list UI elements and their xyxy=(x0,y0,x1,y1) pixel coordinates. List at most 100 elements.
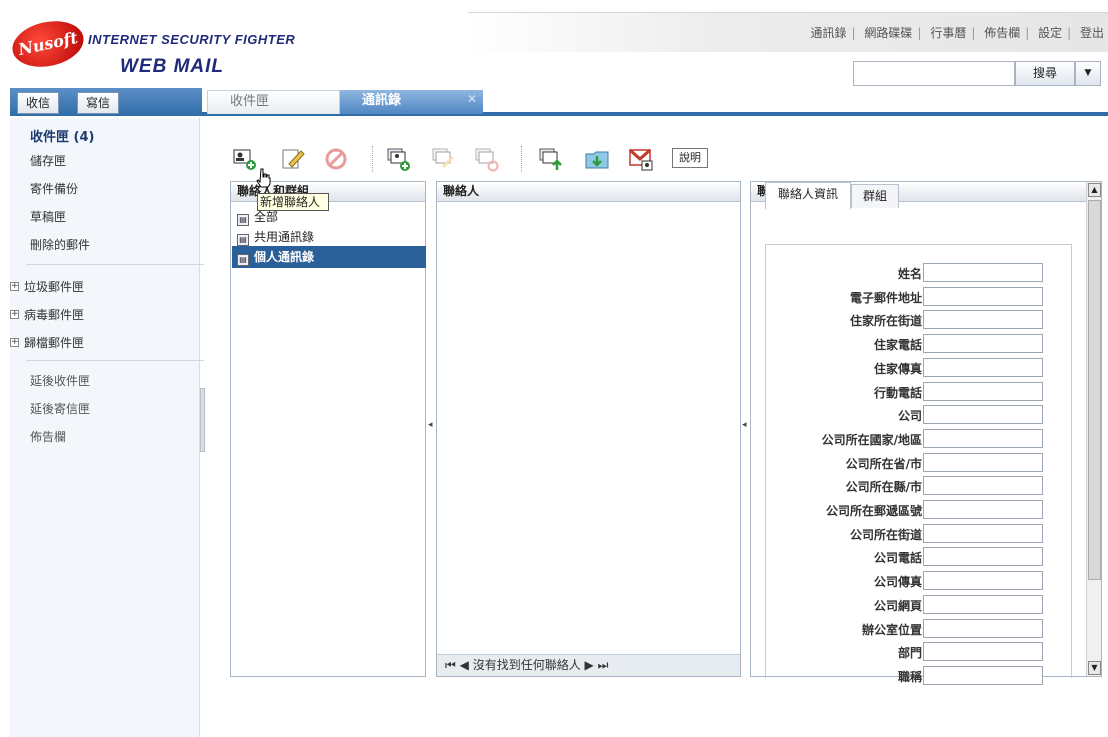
form-row: 職稱 xyxy=(766,665,1056,686)
import-icon[interactable] xyxy=(584,146,610,172)
field-label: 住家傳真 xyxy=(873,361,922,376)
field-label: 部門 xyxy=(897,646,922,661)
expand-icon[interactable]: + xyxy=(10,310,19,319)
field-input[interactable] xyxy=(923,452,1043,472)
sidebar-collapse-handle[interactable] xyxy=(200,388,205,452)
sidebar-item-delayed-send[interactable]: 延後寄信匣 xyxy=(30,400,90,417)
top-links: 通訊錄 | 網路碟碟 | 行事曆 | 佈告欄 | 設定 | 登出 xyxy=(810,26,1104,40)
sidebar-divider xyxy=(26,360,204,361)
pager-status: 沒有找到任何聯絡人 xyxy=(472,658,581,672)
tab-contact-info[interactable]: 聯絡人資訊 xyxy=(765,182,851,209)
field-input[interactable] xyxy=(923,500,1043,519)
form-row: 公司 xyxy=(766,405,1056,425)
search-button[interactable]: 搜尋 xyxy=(1015,61,1075,86)
expand-icon[interactable]: + xyxy=(10,282,19,291)
contacts-panel-title: 聯絡人 xyxy=(437,182,740,202)
logo-product-name: WEB MAIL xyxy=(120,56,225,77)
help-button[interactable]: 說明 xyxy=(672,148,708,168)
field-label: 公司所在縣/市 xyxy=(845,480,922,495)
compose-button[interactable]: 寫信 xyxy=(77,92,119,114)
tree-item-personal[interactable]: ▤ 個人通訊錄 xyxy=(237,248,314,266)
form-row: 公司所在國家/地區 xyxy=(766,428,1056,449)
field-label: 公司所在國家/地區 xyxy=(821,432,922,447)
form-row: 住家所在街道 xyxy=(766,310,1056,330)
add-contact-icon[interactable] xyxy=(232,146,258,172)
field-input[interactable] xyxy=(923,381,1043,401)
field-input[interactable] xyxy=(923,334,1043,354)
field-input[interactable] xyxy=(923,618,1043,638)
field-input[interactable] xyxy=(923,476,1043,496)
splitter-handle[interactable]: ◂ xyxy=(428,420,433,430)
delete-group-icon[interactable] xyxy=(473,146,499,172)
contacts-panel: 聯絡人 ⏮ ◀ 沒有找到任何聯絡人 ▶ ⏭ xyxy=(436,181,741,677)
tab-groups[interactable]: 群組 xyxy=(851,184,899,208)
sidebar-item-delayed-inbox[interactable]: 延後收件匣 xyxy=(30,372,90,389)
field-input[interactable] xyxy=(923,665,1043,685)
sidebar-item-archive[interactable]: 歸檔郵件匣 xyxy=(24,334,84,351)
sidebar-item-deleted[interactable]: 刪除的郵件 xyxy=(30,236,90,253)
field-input[interactable] xyxy=(923,405,1043,425)
form-row: 行動電話 xyxy=(766,381,1056,402)
sidebar-item-drafts[interactable]: 草稿匣 xyxy=(30,208,66,225)
close-icon[interactable]: ✕ xyxy=(467,88,477,110)
delete-icon[interactable] xyxy=(323,146,349,172)
toplink-bulletin[interactable]: 佈告欄 xyxy=(984,26,1020,40)
field-label: 公司傳真 xyxy=(873,575,922,590)
scroll-up-icon[interactable]: ▲ xyxy=(1088,183,1101,197)
field-input[interactable] xyxy=(923,263,1043,282)
field-input[interactable] xyxy=(923,547,1043,567)
edit-group-icon[interactable] xyxy=(430,146,456,172)
toplink-logout[interactable]: 登出 xyxy=(1080,26,1104,40)
sidebar-item-bulletin[interactable]: 佈告欄 xyxy=(30,428,66,445)
gmail-import-icon[interactable] xyxy=(628,146,654,172)
sidebar-item-inbox[interactable]: 收件匣 (4) xyxy=(30,126,94,145)
field-input[interactable] xyxy=(923,594,1043,614)
splitter-handle[interactable]: ◂ xyxy=(742,420,747,430)
toolbar-separator xyxy=(521,146,522,172)
field-input[interactable] xyxy=(923,642,1043,662)
toplink-settings[interactable]: 設定 xyxy=(1038,26,1062,40)
tooltip: 新增聯絡人 xyxy=(257,193,329,211)
next-page-icon[interactable]: ▶ xyxy=(585,658,594,672)
scroll-thumb[interactable] xyxy=(1088,200,1101,580)
sidebar-item-saved[interactable]: 儲存匣 xyxy=(30,152,66,169)
toplink-netdisk[interactable]: 網路碟碟 xyxy=(864,26,912,40)
logo: Nusoft INTERNET SECURITY FIGHTER WEB MAI… xyxy=(8,14,308,84)
field-label: 公司所在省/市 xyxy=(845,456,922,471)
toplink-calendar[interactable]: 行事曆 xyxy=(930,26,966,40)
add-group-icon[interactable] xyxy=(385,146,411,172)
sidebar-item-virus[interactable]: 病毒郵件匣 xyxy=(24,306,84,323)
field-input[interactable] xyxy=(923,523,1043,543)
field-input[interactable] xyxy=(923,310,1043,330)
last-page-icon[interactable]: ⏭ xyxy=(598,658,609,672)
form-row: 公司電話 xyxy=(766,547,1056,567)
field-input[interactable] xyxy=(923,571,1043,591)
field-input[interactable] xyxy=(923,286,1043,306)
scroll-down-icon[interactable]: ▼ xyxy=(1088,661,1101,675)
field-input[interactable] xyxy=(923,428,1043,448)
tab-inbox[interactable]: 收件匣 xyxy=(207,90,340,114)
search-input[interactable] xyxy=(853,61,1015,86)
scrollbar[interactable]: ▲ ▼ xyxy=(1086,182,1101,676)
nusoft-logo-mark: Nusoft xyxy=(8,14,88,74)
tree-item-shared[interactable]: ▤ 共用通訊錄 xyxy=(237,228,314,246)
expand-icon[interactable]: + xyxy=(10,338,19,347)
search-dropdown-icon[interactable]: ▼ xyxy=(1075,61,1101,86)
form-row: 辦公室位置 xyxy=(766,618,1056,639)
tab-contacts[interactable]: 通訊錄 ✕ xyxy=(340,90,483,114)
sidebar-item-sent[interactable]: 寄件備份 xyxy=(30,180,78,197)
sidebar-item-junk[interactable]: 垃圾郵件匣 xyxy=(24,278,84,295)
receive-mail-button[interactable]: 收信 xyxy=(17,92,59,114)
first-page-icon[interactable]: ⏮ xyxy=(445,658,456,672)
address-book-icon: ▤ xyxy=(237,234,249,246)
field-input[interactable] xyxy=(923,357,1043,377)
edit-icon[interactable] xyxy=(280,146,306,172)
form-row: 公司所在省/市 xyxy=(766,452,1056,473)
address-book-icon: ▤ xyxy=(237,254,249,266)
sidebar: 收件匣 (4) 儲存匣 寄件備份 草稿匣 刪除的郵件 + 垃圾郵件匣 + 病毒郵… xyxy=(10,118,204,737)
export-icon[interactable] xyxy=(537,146,563,172)
field-label: 住家所在街道 xyxy=(849,314,922,329)
contact-info-panel: 聯絡人資訊設定 聯絡人資訊 群組 姓名電子郵件地址住家所在街道住家電話住家傳真行… xyxy=(750,181,1102,685)
prev-page-icon[interactable]: ◀ xyxy=(460,658,469,672)
toplink-contacts[interactable]: 通訊錄 xyxy=(811,26,847,40)
